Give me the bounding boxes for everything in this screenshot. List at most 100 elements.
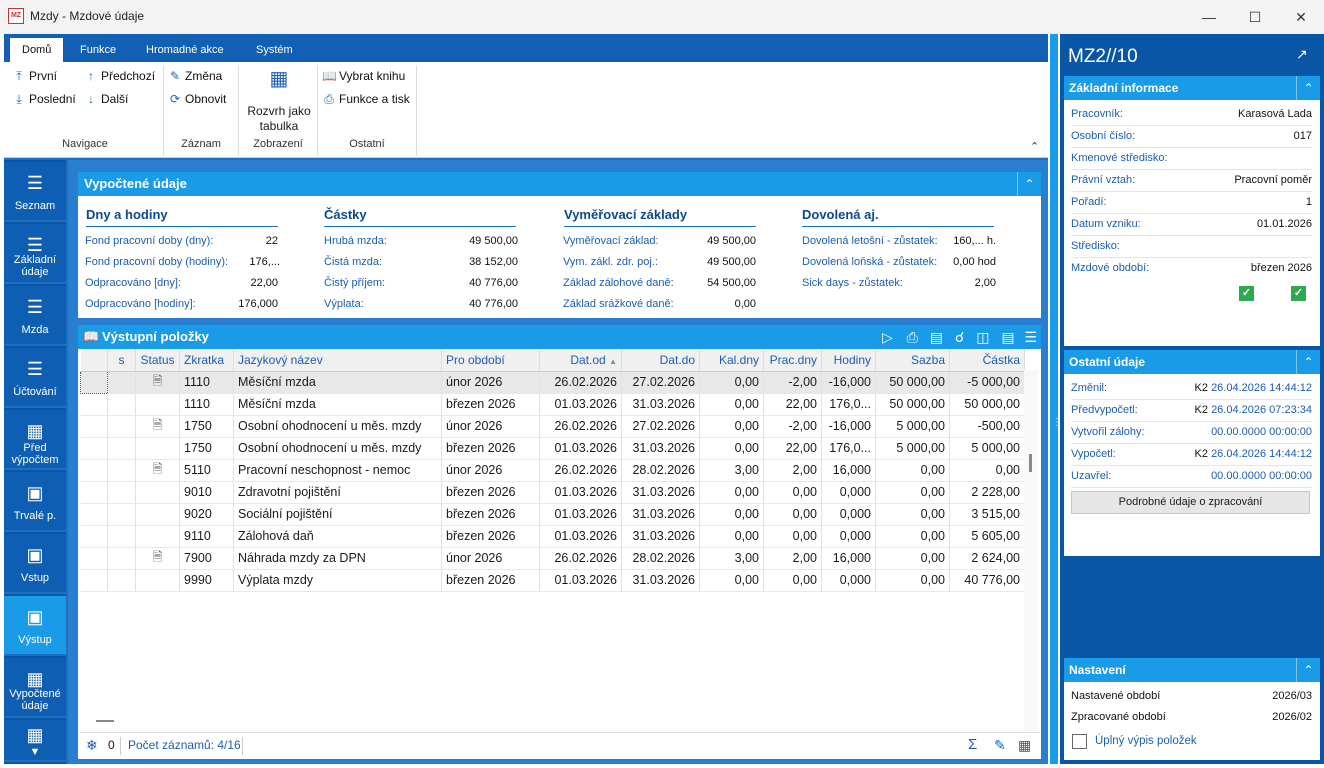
other-info-title: Ostatní údaje <box>1064 350 1320 374</box>
collapse-icon[interactable]: ⌃ <box>1296 76 1320 100</box>
nav-list[interactable]: ☰ Seznam <box>4 162 66 222</box>
minimize-button[interactable]: — <box>1186 4 1232 30</box>
printer-icon[interactable]: ⎙ <box>907 329 918 345</box>
last-button[interactable]: ⤓ Poslední <box>12 89 75 109</box>
col-header[interactable]: Status <box>135 349 180 372</box>
table-row[interactable]: 🗎 5110 Pracovní neschopnost - nemoc únor 20… <box>80 459 1025 482</box>
processing-details-button[interactable]: Podrobné údaje o zpracování <box>1071 491 1310 514</box>
col-header[interactable]: Kal.dny <box>699 349 764 372</box>
previous-button[interactable]: ↑ Předchozí <box>84 66 155 86</box>
collapse-icon[interactable]: ⌃ <box>1017 172 1041 196</box>
tab-system[interactable]: Systém <box>244 38 305 62</box>
vertical-scrollbar[interactable] <box>1024 370 1038 732</box>
nav-more[interactable]: ▦ ▼ <box>4 720 66 762</box>
ribbon-collapse-icon[interactable]: ⌃ <box>1030 140 1039 153</box>
table-cell: 28.02.2026 <box>621 547 700 570</box>
refresh-button[interactable]: ⟳ Obnovit <box>168 89 226 109</box>
col-header[interactable]: Hodiny <box>821 349 876 372</box>
info-label: Zpracované období <box>1071 711 1166 723</box>
select-book-button[interactable]: 📖 Vybrat knihu <box>322 66 405 86</box>
label: Sick days - zůstatek: <box>802 277 903 289</box>
check-icon[interactable]: ✓ <box>1239 286 1254 301</box>
nav-accounting[interactable]: ☰ Účtování <box>4 348 66 408</box>
table-cell: 1750 <box>179 415 234 438</box>
table-layout-button[interactable]: ▦ Rozvrh jako tabulka <box>242 68 316 134</box>
table-row[interactable]: 9990 Výplata mzdy březen 2026 01.03.2026 31.… <box>80 569 1025 592</box>
col-header[interactable]: Jazykový název <box>233 349 442 372</box>
horizontal-scroll-thumb[interactable] <box>96 720 114 722</box>
pencil-icon[interactable]: ✎ <box>994 733 1006 757</box>
filter-icon[interactable]: ❄ <box>86 733 98 757</box>
separator <box>242 737 243 755</box>
value: 54 500,00 <box>707 277 756 289</box>
timestamp: 26.04.2026 07:23:34 <box>1211 404 1312 416</box>
first-button[interactable]: ⤒ První <box>12 66 57 86</box>
table-row[interactable]: 🗎 1110 Měsíční mzda únor 2026 26.02.2026 27.0… <box>80 370 1025 394</box>
export-icon[interactable]: ▤ <box>1001 329 1014 345</box>
table-row[interactable]: 9110 Zálohová daň březen 2026 01.03.2026 31.… <box>80 525 1025 548</box>
next-button[interactable]: ↓ Další <box>84 89 128 109</box>
tab-bulk-actions[interactable]: Hromadné akce <box>134 38 236 62</box>
table-row[interactable]: 9020 Sociální pojištění březen 2026 01.03.2… <box>80 503 1025 526</box>
columns-icon[interactable]: ◫ <box>976 329 989 345</box>
col-header[interactable]: s <box>107 349 136 372</box>
label: Fond pracovní doby (hodiny): <box>85 256 229 268</box>
bar-chart-icon[interactable]: ▤ <box>930 329 943 345</box>
info-label: Kmenové středisko: <box>1071 152 1168 164</box>
col-header[interactable]: Částka <box>949 349 1025 372</box>
functions-print-button[interactable]: ⎙ Funkce a tisk <box>322 89 410 109</box>
tab-home[interactable]: Domů <box>10 38 64 62</box>
col-header[interactable]: Sazba <box>875 349 950 372</box>
table-row[interactable]: 🗎 1750 Osobní ohodnocení u měs. mzdy únor 2… <box>80 415 1025 438</box>
nav-computed[interactable]: ▦ Vypočtené údaje <box>4 658 66 718</box>
col-header[interactable]: Pro období <box>441 349 540 372</box>
table-cell <box>107 371 136 394</box>
value: 22,00 <box>250 277 278 289</box>
table-cell: 40 776,00 <box>949 569 1025 592</box>
nav-input[interactable]: ▣ Vstup <box>4 534 66 594</box>
table-cell: 9110 <box>179 525 234 548</box>
check-icon[interactable]: ✓ <box>1291 286 1306 301</box>
full-list-checkbox[interactable] <box>1072 734 1087 749</box>
sum-icon[interactable]: Σ <box>968 733 977 757</box>
table-row[interactable]: 1110 Měsíční mzda březen 2026 01.03.2026 31.… <box>80 393 1025 416</box>
table-row[interactable]: 🗎 7900 Náhrada mzdy za DPN únor 2026 26.02.2… <box>80 547 1025 570</box>
collapse-icon[interactable]: ⌃ <box>1296 658 1320 682</box>
table-cell <box>107 547 136 570</box>
col-header[interactable]: Dat.do <box>621 349 700 372</box>
nav-output[interactable]: ▣ Výstup <box>4 596 66 656</box>
close-button[interactable]: ✕ <box>1278 4 1324 30</box>
collapse-icon[interactable]: ⌃ <box>1296 350 1320 374</box>
table-cell <box>80 481 108 504</box>
settings-table-icon[interactable]: ▦ <box>1018 733 1031 757</box>
table-cell: 5110 <box>179 459 234 482</box>
nav-before-calc[interactable]: ▦ Před výpočtem <box>4 410 66 470</box>
table-cell: 01.03.2026 <box>539 393 622 416</box>
edit-button[interactable]: ✎ Změna <box>168 66 222 86</box>
col-header[interactable] <box>80 349 108 372</box>
table-cell: Zdravotní pojištění <box>233 481 442 504</box>
group-other: Ostatní <box>349 138 385 150</box>
splitter[interactable]: ⋮ <box>1050 34 1062 764</box>
menu-icon[interactable]: ☰ <box>1024 329 1037 345</box>
play-icon[interactable]: ▷ <box>882 329 893 345</box>
table-cell: 31.03.2026 <box>621 393 700 416</box>
table-cell: březen 2026 <box>441 481 540 504</box>
nav-basic-data[interactable]: ☰ Základní údaje <box>4 224 66 284</box>
previous-label: Předchozí <box>101 69 156 83</box>
table-cell: 0,00 <box>699 437 764 460</box>
maximize-button[interactable]: ☐ <box>1232 4 1278 30</box>
status-cell: 🗎 <box>135 459 180 482</box>
tab-functions[interactable]: Funkce <box>68 38 128 62</box>
nav-wage[interactable]: ☰ Mzda <box>4 286 66 346</box>
col-header[interactable]: Prac.dny <box>763 349 822 372</box>
col-header[interactable]: Dat.od ▲ <box>539 349 622 372</box>
hierarchy-icon[interactable]: ☌ <box>955 329 964 345</box>
col-header[interactable]: Zkratka <box>179 349 234 372</box>
table-row[interactable]: 1750 Osobní ohodnocení u měs. mzdy březen … <box>80 437 1025 460</box>
status-cell <box>135 525 180 548</box>
table-row[interactable]: 9010 Zdravotní pojištění březen 2026 01.03.… <box>80 481 1025 504</box>
popout-icon[interactable]: ↗ <box>1296 46 1308 63</box>
nav-permanent[interactable]: ▣ Trvalé p. <box>4 472 66 532</box>
scrollbar-thumb[interactable] <box>1029 454 1032 472</box>
